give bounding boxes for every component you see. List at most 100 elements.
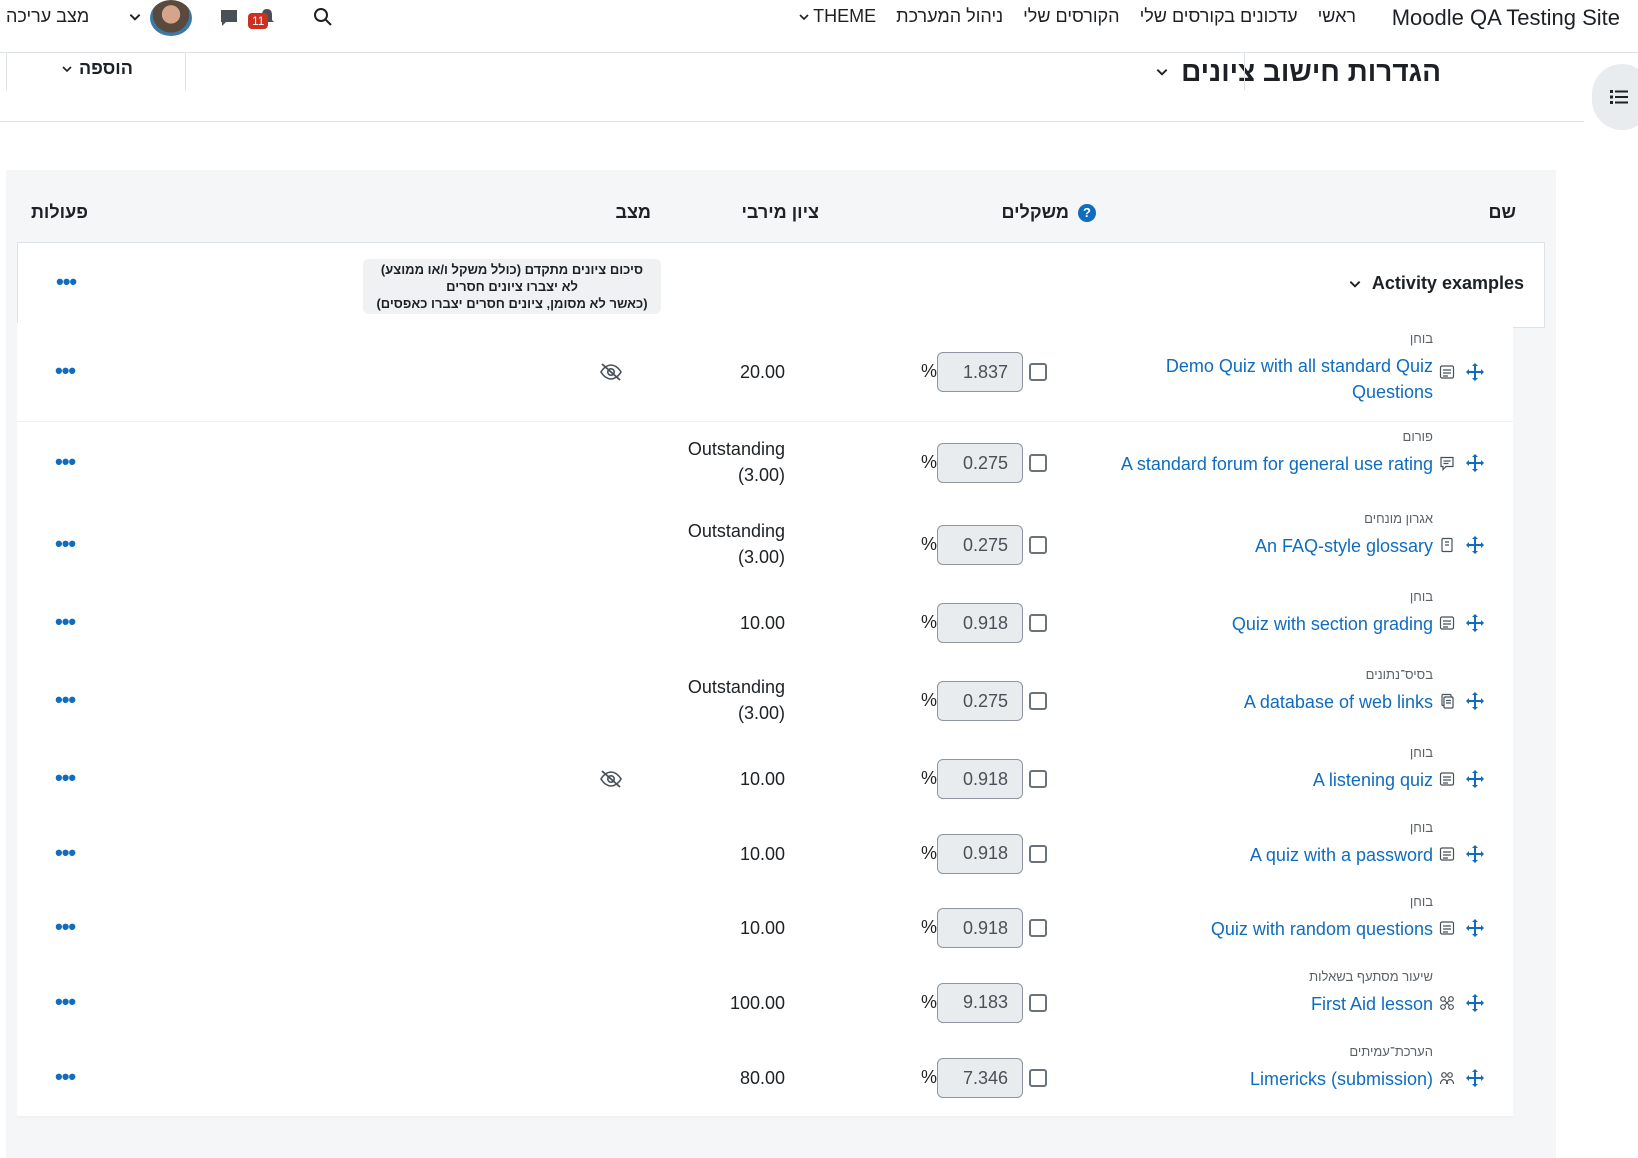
weight-input[interactable] xyxy=(937,525,1023,565)
quiz-icon xyxy=(1439,615,1455,636)
weight-override-checkbox[interactable] xyxy=(1029,844,1047,863)
grade-item-link[interactable]: A standard forum for general use rating xyxy=(1013,451,1433,477)
site-name-link[interactable]: Moodle QA Testing Site xyxy=(1392,5,1620,31)
grade-item-row: בוחן A listening quiz % 10.00 ••• xyxy=(17,742,1513,818)
max-grade-value: 100.00 xyxy=(729,992,785,1013)
move-icon[interactable] xyxy=(1465,993,1485,1018)
weight-input[interactable] xyxy=(937,1058,1023,1098)
item-actions-menu[interactable]: ••• xyxy=(55,449,76,475)
weight-override-checkbox[interactable] xyxy=(1029,614,1047,632)
database-icon xyxy=(1439,693,1455,714)
nav-link-course-updates[interactable]: עדכונים בקורסים שלי xyxy=(1140,6,1298,27)
weight-input[interactable] xyxy=(937,908,1023,948)
weight-input[interactable] xyxy=(937,982,1023,1023)
grade-item-link[interactable]: Quiz with section grading xyxy=(1013,611,1433,637)
grade-item-link[interactable]: First Aid lesson xyxy=(1013,991,1433,1017)
item-module-type: שיעור מסתעף בשאלות xyxy=(1309,968,1433,984)
move-icon[interactable] xyxy=(1465,1068,1485,1093)
theme-menu[interactable]: THEME xyxy=(798,6,876,27)
user-avatar[interactable] xyxy=(150,0,192,36)
max-grade-value: Outstanding (3.00) xyxy=(687,521,785,567)
weight-override-checkbox[interactable] xyxy=(1029,919,1047,937)
percent-sign: % xyxy=(921,991,938,1012)
nav-link-home[interactable]: ראשי xyxy=(1318,6,1356,27)
column-header-actions: פעולות xyxy=(31,202,88,222)
item-actions-menu[interactable]: ••• xyxy=(55,765,76,791)
chevron-down-icon xyxy=(62,65,72,72)
weight-override-checkbox[interactable] xyxy=(1029,770,1047,788)
move-icon[interactable] xyxy=(1465,613,1485,638)
item-module-type: בוחן xyxy=(1409,589,1433,604)
max-grade-value: 10.00 xyxy=(739,769,785,789)
grade-item-row: בוחן Demo Quiz with all standard Quiz Qu… xyxy=(17,323,1513,423)
grade-item-link[interactable]: A listening quiz xyxy=(1013,767,1433,793)
weight-override-checkbox[interactable] xyxy=(1029,454,1047,472)
grade-item-link[interactable]: An FAQ-style glossary xyxy=(1013,533,1433,559)
theme-menu-label: THEME xyxy=(813,6,877,26)
user-menu-chevron-icon[interactable] xyxy=(128,10,142,24)
move-icon[interactable] xyxy=(1465,691,1485,716)
grade-item-link[interactable]: Demo Quiz with all standard Quiz Questio… xyxy=(1133,353,1433,405)
workshop-icon xyxy=(1439,1070,1455,1091)
edit-mode-label[interactable]: מצב עריכה xyxy=(6,6,89,27)
weight-override-checkbox[interactable] xyxy=(1029,1069,1047,1087)
move-icon[interactable] xyxy=(1465,918,1485,943)
move-icon[interactable] xyxy=(1465,453,1485,478)
search-icon[interactable] xyxy=(312,6,334,28)
weight-override-checkbox[interactable] xyxy=(1029,993,1047,1012)
item-actions-menu[interactable]: ••• xyxy=(55,687,76,713)
item-module-type: בסיס־נתונים xyxy=(1365,667,1433,682)
item-actions-menu[interactable]: ••• xyxy=(55,358,76,384)
chevron-down-icon xyxy=(1349,280,1361,288)
page-title-selector[interactable]: הגדרות חישוב ציונים xyxy=(1155,56,1441,88)
weight-override-checkbox[interactable] xyxy=(1029,536,1047,554)
add-menu[interactable]: הוספה xyxy=(6,52,186,90)
max-grade-value: 10.00 xyxy=(739,918,785,938)
item-module-type: בוחן xyxy=(1409,819,1433,835)
item-actions-menu[interactable]: ••• xyxy=(55,609,76,635)
item-actions-menu[interactable]: ••• xyxy=(55,989,76,1015)
column-header-status: מצב xyxy=(615,202,651,222)
grade-item-row: בסיס־נתונים A database of web links % Ou… xyxy=(17,660,1513,744)
percent-sign: % xyxy=(921,452,938,472)
weight-override-checkbox[interactable] xyxy=(1029,363,1047,381)
item-actions-menu[interactable]: ••• xyxy=(55,1064,76,1090)
item-module-type: בוחן xyxy=(1409,894,1433,909)
nav-link-site-admin[interactable]: ניהול המערכת xyxy=(896,6,1003,27)
grade-item-link[interactable]: Limericks (submission) xyxy=(1013,1066,1433,1092)
max-grade-value: Outstanding (3.00) xyxy=(687,677,785,723)
grade-item-link[interactable]: Quiz with random questions xyxy=(1013,916,1433,942)
item-actions-menu[interactable]: ••• xyxy=(55,914,76,940)
weight-input[interactable] xyxy=(937,603,1023,643)
glossary-icon xyxy=(1439,537,1455,558)
weight-input[interactable] xyxy=(937,833,1023,874)
chevron-down-icon xyxy=(1156,69,1168,76)
grade-item-link[interactable]: A quiz with a password xyxy=(1013,842,1433,868)
help-icon[interactable]: ? xyxy=(1078,204,1096,223)
move-icon[interactable] xyxy=(1465,362,1485,387)
item-actions-menu[interactable]: ••• xyxy=(55,531,76,557)
percent-sign: % xyxy=(921,1067,938,1087)
grade-item-link[interactable]: A database of web links xyxy=(1013,689,1433,715)
move-icon[interactable] xyxy=(1465,535,1485,560)
move-icon[interactable] xyxy=(1465,769,1485,794)
weight-input[interactable] xyxy=(937,681,1023,721)
category-actions-menu[interactable]: ••• xyxy=(56,269,77,295)
nav-link-my-courses[interactable]: הקורסים שלי xyxy=(1023,6,1119,27)
weight-input[interactable] xyxy=(937,759,1023,799)
weight-override-checkbox[interactable] xyxy=(1029,692,1047,710)
percent-sign: % xyxy=(921,612,938,632)
weight-input[interactable] xyxy=(937,352,1023,392)
weight-input[interactable] xyxy=(937,443,1023,483)
quiz-icon xyxy=(1439,364,1455,385)
messages-icon[interactable] xyxy=(218,7,240,29)
percent-sign: % xyxy=(921,534,938,554)
top-navbar: Moodle QA Testing Site ראשי עדכונים בקור… xyxy=(0,0,1638,53)
category-toggle[interactable]: Activity examples xyxy=(1348,273,1524,294)
block-drawer-toggle[interactable] xyxy=(1592,64,1638,130)
item-actions-menu[interactable]: ••• xyxy=(55,840,76,866)
column-header-max-grade: ציון מירבי xyxy=(741,202,819,222)
item-module-type: בוחן xyxy=(1409,331,1433,346)
item-module-type: פורום xyxy=(1402,429,1433,444)
move-icon[interactable] xyxy=(1465,844,1485,869)
